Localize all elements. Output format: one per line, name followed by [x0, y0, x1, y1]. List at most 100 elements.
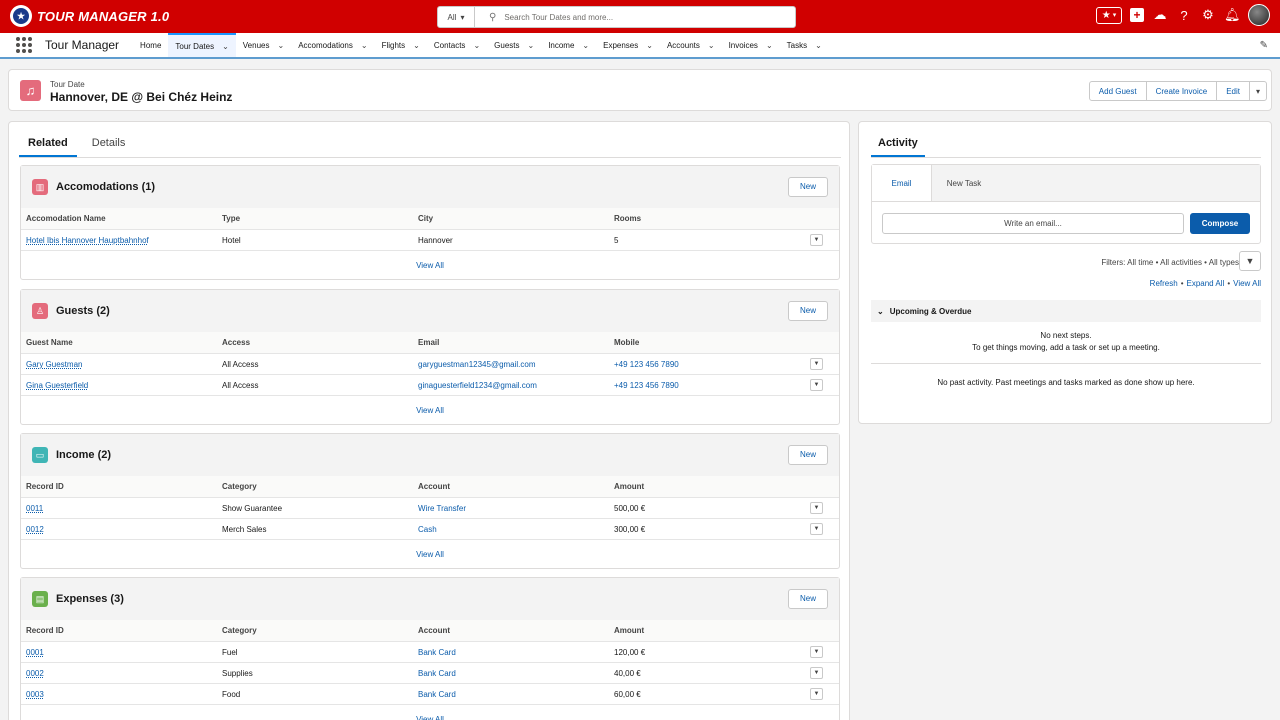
view-all-link[interactable]: View All — [21, 251, 839, 279]
trailhead-icon[interactable]: ☁ — [1152, 7, 1168, 23]
user-avatar[interactable] — [1248, 4, 1270, 26]
tab-new-task[interactable]: New Task — [932, 165, 996, 201]
column-header[interactable]: Account — [418, 626, 450, 635]
column-header[interactable]: Access — [222, 338, 250, 347]
card-title[interactable]: Guests (2) — [56, 305, 110, 317]
column-header[interactable]: Accomodation Name — [26, 214, 106, 223]
nav-item-tour-dates[interactable]: Tour Dates ⌄ — [168, 33, 236, 57]
nav-item-invoices[interactable]: Invoices ⌄ — [722, 33, 780, 57]
row-actions-caret-icon[interactable]: ▼ — [810, 358, 823, 370]
app-logo[interactable]: ★ TOUR MANAGER 1.0 — [10, 5, 169, 27]
expand-all-link[interactable]: Expand All — [1187, 279, 1225, 288]
column-header[interactable]: Record ID — [26, 626, 64, 635]
column-header[interactable]: Type — [222, 214, 240, 223]
row-actions-caret-icon[interactable]: ▼ — [810, 234, 823, 246]
row-actions-caret-icon[interactable]: ▼ — [810, 502, 823, 514]
nav-item-venues[interactable]: Venues ⌄ — [236, 33, 291, 57]
new-guest-button[interactable]: New — [788, 301, 828, 321]
chevron-down-icon[interactable]: ⌄ — [361, 41, 368, 50]
row-actions-caret-icon[interactable]: ▼ — [810, 646, 823, 658]
new-income-button[interactable]: New — [788, 445, 828, 465]
view-all-link[interactable]: View All — [21, 705, 839, 720]
account-link[interactable]: Cash — [418, 525, 437, 534]
nav-item-home[interactable]: Home — [133, 33, 168, 57]
view-all-link[interactable]: View All — [21, 540, 839, 568]
row-actions-caret-icon[interactable]: ▼ — [810, 379, 823, 391]
chevron-down-icon[interactable]: ⌄ — [222, 42, 229, 51]
accomodation-name-link[interactable]: Hotel Ibis Hannover Hauptbahnhof — [26, 236, 149, 245]
global-actions-plus-icon[interactable]: + — [1130, 8, 1144, 22]
email-input[interactable]: Write an email... — [882, 213, 1184, 234]
nav-item-guests[interactable]: Guests ⌄ — [487, 33, 541, 57]
search-scope-select[interactable]: All ▾ — [438, 7, 475, 27]
nav-item-tasks[interactable]: Tasks ⌄ — [780, 33, 829, 57]
nav-item-expenses[interactable]: Expenses ⌄ — [596, 33, 660, 57]
account-link[interactable]: Bank Card — [418, 648, 456, 657]
email-link[interactable]: garyguestman12345@gmail.com — [418, 360, 536, 369]
new-expense-button[interactable]: New — [788, 589, 828, 609]
tab-details[interactable]: Details — [83, 135, 135, 157]
row-actions-caret-icon[interactable]: ▼ — [810, 688, 823, 700]
nav-item-income[interactable]: Income ⌄ — [541, 33, 596, 57]
tab-activity[interactable]: Activity — [871, 135, 925, 157]
record-id-link[interactable]: 0012 — [26, 525, 44, 534]
notifications-bell-icon[interactable]: 🔔︎ — [1224, 7, 1241, 23]
record-id-link[interactable]: 0002 — [26, 669, 44, 678]
email-link[interactable]: ginaguesterfield1234@gmail.com — [418, 381, 537, 390]
column-header[interactable]: Account — [418, 482, 450, 491]
record-id-link[interactable]: 0001 — [26, 648, 44, 657]
account-link[interactable]: Wire Transfer — [418, 504, 466, 513]
edit-button[interactable]: Edit — [1217, 82, 1250, 100]
add-guest-button[interactable]: Add Guest — [1090, 82, 1147, 100]
column-header[interactable]: Mobile — [614, 338, 639, 347]
tab-related[interactable]: Related — [19, 135, 77, 157]
phone-link[interactable]: +49 123 456 7890 — [614, 381, 679, 390]
column-header[interactable]: Rooms — [614, 214, 641, 223]
column-header[interactable]: Record ID — [26, 482, 64, 491]
card-title[interactable]: Accomodations (1) — [56, 181, 155, 193]
chevron-down-icon[interactable]: ⌄ — [766, 41, 773, 50]
column-header[interactable]: City — [418, 214, 433, 223]
column-header[interactable]: Amount — [614, 626, 644, 635]
row-actions-caret-icon[interactable]: ▼ — [810, 523, 823, 535]
favorites-button[interactable]: ★ ▾ — [1096, 6, 1122, 24]
view-all-link[interactable]: View All — [21, 396, 839, 424]
column-header[interactable]: Email — [418, 338, 439, 347]
chevron-down-icon[interactable]: ⌄ — [582, 41, 589, 50]
create-invoice-button[interactable]: Create Invoice — [1147, 82, 1218, 100]
record-id-link[interactable]: 0011 — [26, 504, 43, 513]
chevron-down-icon[interactable]: ⌄ — [646, 41, 653, 50]
more-actions-caret-icon[interactable]: ▾ — [1250, 82, 1266, 100]
card-title[interactable]: Income (2) — [56, 449, 111, 461]
column-header[interactable]: Category — [222, 626, 257, 635]
tab-email[interactable]: Email — [872, 165, 932, 201]
column-header[interactable]: Guest Name — [26, 338, 73, 347]
app-launcher-icon[interactable] — [16, 37, 32, 53]
setup-gear-icon[interactable]: ⚙ — [1200, 7, 1216, 23]
guest-name-link[interactable]: Gary Guestman — [26, 360, 82, 369]
card-title[interactable]: Expenses (3) — [56, 593, 124, 605]
help-icon[interactable]: ? — [1176, 8, 1192, 23]
chevron-down-icon[interactable]: ⌄ — [413, 41, 420, 50]
record-id-link[interactable]: 0003 — [26, 690, 44, 699]
account-link[interactable]: Bank Card — [418, 669, 456, 678]
edit-nav-pencil-icon[interactable]: ✎ — [1260, 40, 1268, 51]
phone-link[interactable]: +49 123 456 7890 — [614, 360, 679, 369]
chevron-down-icon[interactable]: ⌄ — [473, 41, 480, 50]
nav-item-flights[interactable]: Flights ⌄ — [375, 33, 427, 57]
upcoming-overdue-section[interactable]: ⌄ Upcoming & Overdue — [871, 300, 1261, 322]
row-actions-caret-icon[interactable]: ▼ — [810, 667, 823, 679]
chevron-down-icon[interactable]: ⌄ — [708, 41, 715, 50]
chevron-down-icon[interactable]: ⌄ — [815, 41, 822, 50]
nav-item-accounts[interactable]: Accounts ⌄ — [660, 33, 722, 57]
refresh-link[interactable]: Refresh — [1150, 279, 1178, 288]
chevron-down-icon[interactable]: ⌄ — [277, 41, 284, 50]
nav-item-accomodations[interactable]: Accomodations ⌄ — [291, 33, 374, 57]
search-input[interactable] — [504, 12, 795, 22]
new-accomodation-button[interactable]: New — [788, 177, 828, 197]
chevron-down-icon[interactable]: ⌄ — [527, 41, 534, 50]
view-all-link[interactable]: View All — [1233, 279, 1261, 288]
column-header[interactable]: Amount — [614, 482, 644, 491]
nav-item-contacts[interactable]: Contacts ⌄ — [427, 33, 487, 57]
filter-funnel-icon[interactable]: ▼ — [1239, 251, 1261, 271]
